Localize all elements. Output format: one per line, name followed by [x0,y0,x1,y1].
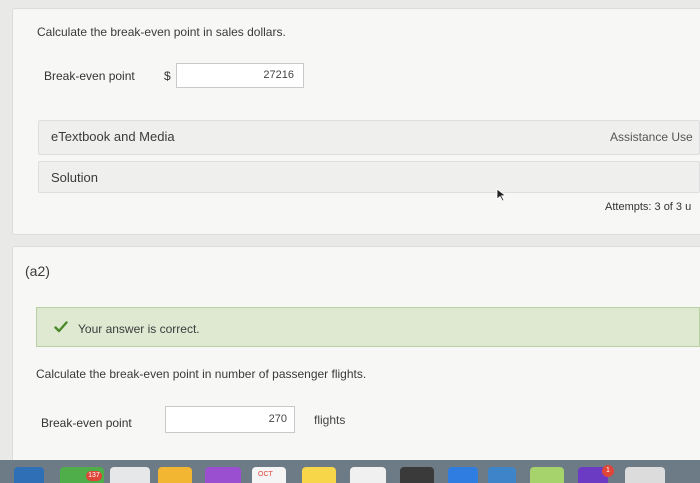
instruction-a2: Calculate the break-even point in number… [36,367,367,381]
app-store-dock-icon[interactable] [448,467,478,483]
notification-badge: 1 [602,465,614,477]
flights-unit-label: flights [314,413,346,427]
question-panel-a2 [12,246,700,470]
notes-dock-icon[interactable] [302,467,336,483]
break-even-dollars-input[interactable]: 27216 [176,63,304,88]
reminders-dock-icon[interactable] [350,467,386,483]
preview-dock-icon[interactable] [488,467,516,483]
break-even-label-a2: Break-even point [41,416,132,430]
solution-button[interactable]: Solution [38,161,700,193]
break-even-flights-input[interactable]: 270 [165,406,295,433]
system-prefs-dock-icon[interactable] [625,467,665,483]
correct-feedback-text: Your answer is correct. [78,322,200,336]
photos-dock-icon[interactable] [158,467,192,483]
music-dock-icon[interactable] [400,467,434,483]
checkmark-icon [54,320,68,338]
quotes-dock-icon[interactable] [530,467,564,483]
facetime-dock-icon[interactable] [205,467,241,483]
messages-badge: 137 [86,471,102,481]
attempts-label: Attempts: 3 of 3 u [605,201,692,213]
currency-symbol: $ [164,69,171,83]
assistance-used-label: Assistance Use [610,130,693,144]
break-even-label-a1: Break-even point [44,69,135,83]
calendar-month-label: OCT [258,471,273,478]
mouse-cursor-icon [496,188,508,207]
section-label-a2: (a2) [25,263,50,279]
etextbook-media-button[interactable]: eTextbook and Media [38,120,700,155]
safari-dock-icon[interactable] [110,467,150,483]
instruction-a1: Calculate the break-even point in sales … [37,25,286,39]
finder-dock-icon[interactable] [14,467,44,483]
